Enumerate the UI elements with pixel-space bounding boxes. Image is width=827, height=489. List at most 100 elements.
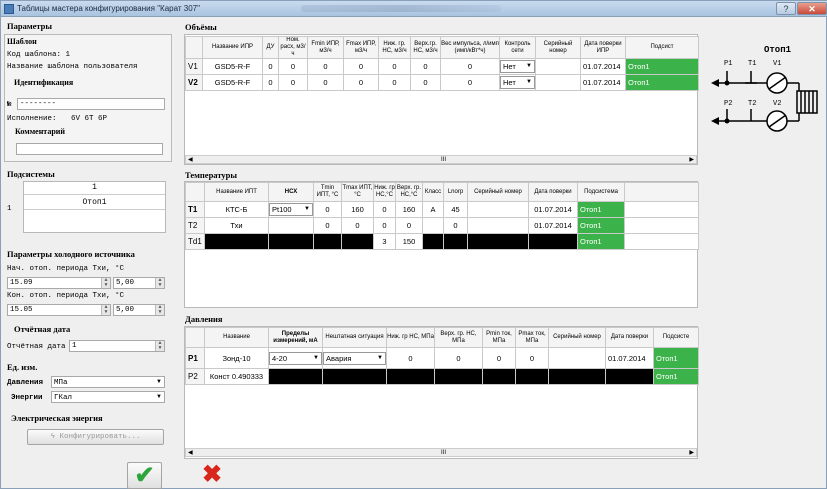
start-date-spinner-icon[interactable]: ▲ ▼ (101, 278, 110, 288)
cell-fmax[interactable]: 0 (343, 58, 379, 75)
cancel-button[interactable]: ✖ (197, 462, 227, 489)
cell-tmax[interactable]: 160 (341, 201, 374, 218)
table-row[interactable]: Td1 3 150 Отоп1 (185, 233, 699, 250)
cell-du[interactable]: 0 (262, 74, 279, 91)
range-select[interactable]: 4-20 ▼ (269, 351, 322, 365)
cell-low[interactable]: 0 (386, 347, 435, 369)
cell-date[interactable]: 01.07.2014 (528, 217, 578, 234)
cell-sub[interactable]: Отоп1 (653, 368, 699, 385)
cell-serial[interactable] (535, 74, 581, 91)
end-temp-input[interactable]: 5,00 ▲ ▼ (113, 304, 165, 316)
start-temp-spinner-icon[interactable]: ▲ ▼ (155, 278, 164, 288)
cell-high[interactable]: 0 (410, 74, 441, 91)
table-row[interactable]: P2 Конст 0.490333 Отоп1 (185, 368, 699, 385)
cell-lnorp[interactable]: 45 (443, 201, 468, 218)
arrow-left-icon[interactable]: ◀ (188, 449, 193, 457)
cell-date[interactable]: 01.07.2014 (605, 347, 654, 369)
cell-nom[interactable]: 0 (278, 58, 308, 75)
cell-tmin[interactable]: 0 (313, 217, 342, 234)
table-row[interactable]: V1 GSD5-R-F 0 0 0 0 0 0 0 Нет ▼ 01.07.201… (185, 58, 699, 75)
close-button[interactable]: ✕ (797, 2, 827, 15)
cell-tmin[interactable]: 0 (313, 201, 342, 218)
cell-name[interactable]: Конст 0.490333 (204, 368, 269, 385)
cell-class[interactable] (422, 217, 444, 234)
volumes-hscroll[interactable]: ◀ III ▶ (185, 155, 697, 164)
cell-sit[interactable]: Авария ▼ (322, 347, 387, 369)
report-spinner-icon[interactable]: ▲ ▼ (155, 341, 164, 351)
table-row[interactable]: T2 Тхи 0 0 0 0 0 01.07.2014 Отоп1 (185, 217, 699, 234)
cell-sub[interactable]: Отоп1 (577, 201, 625, 218)
cell-serial[interactable] (467, 217, 529, 234)
cell-sub[interactable]: Отоп1 (577, 217, 625, 234)
cell-ctrl[interactable]: Нет ▼ (499, 74, 536, 91)
cell-date[interactable]: 01.07.2014 (580, 58, 626, 75)
cell-low[interactable]: 0 (378, 58, 411, 75)
cell-sub[interactable]: Отоп1 (625, 74, 699, 91)
cell-nsx[interactable]: Pt100 ▼ (268, 201, 314, 218)
cell-du[interactable]: 0 (262, 58, 279, 75)
subsys-row-value: Отоп1 (82, 198, 107, 207)
cell-fmin[interactable]: 0 (307, 58, 344, 75)
ctrl-select[interactable]: Нет ▼ (500, 76, 535, 89)
cell-name[interactable]: GSD5-R-F (202, 58, 263, 75)
press-hscroll[interactable]: ◀ III ▶ (185, 448, 697, 457)
cell-low[interactable]: 0 (373, 201, 396, 218)
energy-unit-select[interactable]: ГКал ▼ (51, 391, 165, 403)
comment-input[interactable] (16, 143, 163, 155)
cell-date[interactable]: 01.07.2014 (528, 201, 578, 218)
ok-button[interactable]: ✔ (127, 462, 162, 489)
cell-low[interactable]: 0 (373, 217, 396, 234)
help-button[interactable]: ? (776, 2, 796, 15)
subsys-row[interactable]: Отоп1 (24, 196, 165, 210)
cell-tmax[interactable]: 0 (341, 217, 374, 234)
cell-serial[interactable] (535, 58, 581, 75)
serial-input[interactable]: -------- (17, 98, 165, 110)
end-temp-spinner-icon[interactable]: ▲ ▼ (155, 305, 164, 315)
cell-name[interactable]: КТС-Б (204, 201, 269, 218)
arrow-left-icon[interactable]: ◀ (188, 156, 193, 164)
table-row[interactable]: P1 Зонд-10 4-20 ▼ Авария ▼ 0 0 0 0 01.07.2… (185, 347, 699, 369)
cell-sub[interactable]: Отоп1 (653, 347, 699, 369)
pressure-unit-select[interactable]: МПа ▼ (51, 376, 165, 388)
cell-high[interactable]: 0 (395, 217, 423, 234)
table-row[interactable]: V2 GSD5-R-F 0 0 0 0 0 0 0 Нет ▼ 01.07.201… (185, 74, 699, 91)
arrow-right-icon[interactable]: ▶ (689, 449, 694, 457)
report-input[interactable]: 1 ▲ ▼ (69, 340, 165, 352)
cell-serial[interactable] (467, 201, 529, 218)
configure-button[interactable]: ϟ Конфигурировать... (27, 429, 164, 445)
cell-serial[interactable] (548, 347, 606, 369)
cell-weight[interactable]: 0 (440, 58, 500, 75)
end-date-input[interactable]: 15.05 ▲ ▼ (7, 304, 111, 316)
start-temp-input[interactable]: 5,00 ▲ ▼ (113, 277, 165, 289)
end-date-spinner-icon[interactable]: ▲ ▼ (101, 305, 110, 315)
nsx-select[interactable]: Pt100 ▼ (269, 203, 313, 216)
cell-weight[interactable]: 0 (440, 74, 500, 91)
start-date-input[interactable]: 15.09 ▲ ▼ (7, 277, 111, 289)
cell-high[interactable]: 150 (395, 233, 423, 250)
cell-high[interactable]: 0 (410, 58, 441, 75)
situation-select[interactable]: Авария ▼ (323, 351, 386, 365)
cell-name[interactable]: Тхи (204, 217, 269, 234)
arrow-right-icon[interactable]: ▶ (689, 156, 694, 164)
cell-name[interactable]: GSD5-R-F (202, 74, 263, 91)
ctrl-select[interactable]: Нет ▼ (500, 60, 535, 73)
cell-class[interactable]: A (422, 201, 444, 218)
cell-ctrl[interactable]: Нет ▼ (499, 58, 536, 75)
cell-name[interactable]: Зонд-10 (204, 347, 269, 369)
cell-fmin[interactable]: 0 (307, 74, 344, 91)
cell-nom[interactable]: 0 (278, 74, 308, 91)
cell-high[interactable]: 160 (395, 201, 423, 218)
cell-low[interactable]: 3 (373, 233, 396, 250)
cell-lnorp[interactable]: 0 (443, 217, 468, 234)
cell-sub[interactable]: Отоп1 (625, 58, 699, 75)
cell-fmax[interactable]: 0 (343, 74, 379, 91)
cell-high[interactable]: 0 (434, 347, 483, 369)
cell-nsx[interactable] (268, 217, 314, 234)
cell-pmin[interactable]: 0 (482, 347, 516, 369)
cell-low[interactable]: 0 (378, 74, 411, 91)
cell-date[interactable]: 01.07.2014 (580, 74, 626, 91)
cell-sub[interactable]: Отоп1 (577, 233, 625, 250)
cell-range[interactable]: 4-20 ▼ (268, 347, 323, 369)
table-row[interactable]: T1 КТС-Б Pt100 ▼ 0 160 0 160 A 45 01.07.2… (185, 201, 699, 218)
cell-pmax[interactable]: 0 (515, 347, 549, 369)
